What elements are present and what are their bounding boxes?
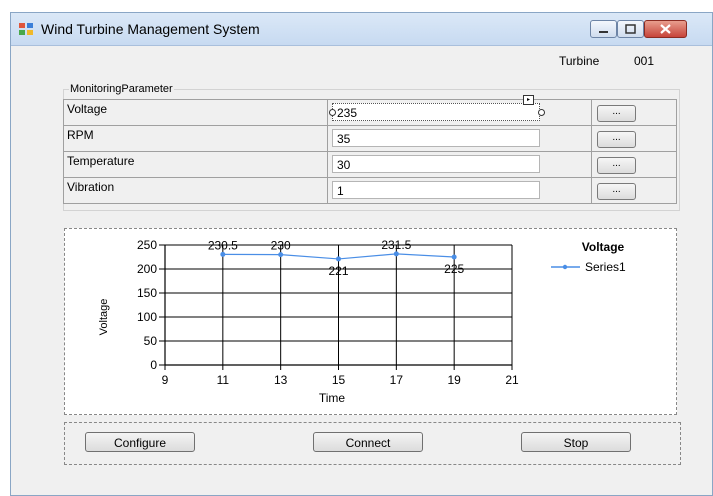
data-label: 221 (328, 264, 348, 278)
x-axis-label: Time (319, 391, 346, 405)
param-button-cell: ... (591, 125, 677, 152)
data-label: 231.5 (381, 238, 411, 252)
x-tick-label: 11 (217, 373, 230, 387)
param-name: Vibration (63, 177, 328, 204)
y-tick-label: 200 (137, 262, 157, 276)
voltage-input[interactable]: 235 (332, 103, 540, 121)
x-tick-label: 13 (274, 373, 288, 387)
param-button-cell: ... (591, 177, 677, 204)
param-value-cell: 235 ▸ (327, 95, 592, 126)
table-row: Vibration 1 ... (63, 177, 677, 204)
monitoring-group-title: MonitoringParameter (69, 83, 174, 95)
configure-button[interactable]: Configure (85, 432, 195, 452)
legend-title: Voltage (582, 240, 625, 254)
close-button[interactable] (644, 20, 687, 38)
close-icon (660, 24, 671, 34)
param-value-cell: 1 (327, 177, 592, 204)
y-tick-label: 50 (144, 334, 158, 348)
param-value-cell: 35 (327, 125, 592, 152)
param-button-cell: ... (591, 99, 677, 126)
main-window: Wind Turbine Management System Turbine 0… (10, 12, 713, 496)
param-value-cell: 30 (327, 151, 592, 178)
stop-button[interactable]: Stop (521, 432, 631, 452)
param-name: Temperature (63, 151, 328, 178)
resize-handle[interactable] (329, 109, 336, 116)
param-name: Voltage (63, 99, 328, 126)
vibration-more-button[interactable]: ... (597, 183, 636, 200)
legend-series-name: Series1 (585, 260, 626, 274)
voltage-chart: 9 11 13 15 17 19 21 0 50 100 150 200 250 230.5 230 221… (98, 238, 626, 405)
y-tick-label: 150 (137, 286, 157, 300)
smart-tag-icon[interactable]: ▸ (523, 95, 534, 105)
y-tick-label: 100 (137, 310, 157, 324)
data-label: 230.5 (208, 238, 238, 252)
x-tick-label: 17 (390, 373, 404, 387)
maximize-icon (625, 24, 636, 34)
monitoring-table: Voltage 235 ▸ ... RPM 35 ... Temperature (63, 95, 677, 204)
temperature-input[interactable]: 30 (332, 155, 540, 173)
x-tick-label: 15 (332, 373, 346, 387)
x-tick-label: 9 (162, 373, 169, 387)
connect-button[interactable]: Connect (313, 432, 423, 452)
data-point (278, 252, 284, 258)
table-row: Temperature 30 ... (63, 151, 677, 178)
vibration-input[interactable]: 1 (332, 181, 540, 199)
minimize-icon (599, 31, 608, 33)
title-bar: Wind Turbine Management System (11, 13, 712, 46)
chart-panel: 9 11 13 15 17 19 21 0 50 100 150 200 250 230.5 230 221… (64, 228, 677, 415)
data-point (393, 251, 399, 257)
window-title: Wind Turbine Management System (41, 21, 260, 37)
turbine-label: Turbine (559, 54, 600, 68)
y-tick-label: 0 (150, 358, 157, 372)
minimize-button[interactable] (590, 20, 617, 38)
data-label: 225 (444, 262, 464, 276)
data-point (220, 251, 226, 257)
resize-handle[interactable] (538, 109, 545, 116)
app-icon (19, 23, 33, 35)
data-point (451, 254, 457, 260)
voltage-more-button[interactable]: ... (597, 105, 636, 122)
chart-marks: 230.5 230 221 231.5 225 (208, 238, 465, 278)
table-row: Voltage 235 ▸ ... (63, 95, 677, 126)
data-label: 230 (271, 239, 291, 253)
x-tick-label: 19 (447, 373, 461, 387)
maximize-button[interactable] (617, 20, 644, 38)
data-point (336, 256, 341, 262)
rpm-more-button[interactable]: ... (597, 131, 636, 148)
x-tick-label: 21 (505, 373, 519, 387)
turbine-id: 001 (634, 54, 655, 68)
param-name: RPM (63, 125, 328, 152)
y-tick-label: 250 (137, 238, 157, 252)
chart-grid: 9 11 13 15 17 19 21 0 50 100 150 200 250 (137, 238, 519, 387)
param-button-cell: ... (591, 151, 677, 178)
table-row: RPM 35 ... (63, 125, 677, 152)
y-axis-label: Voltage (98, 299, 110, 336)
temperature-more-button[interactable]: ... (597, 157, 636, 174)
legend-marker-icon (562, 264, 568, 270)
rpm-input[interactable]: 35 (332, 129, 540, 147)
